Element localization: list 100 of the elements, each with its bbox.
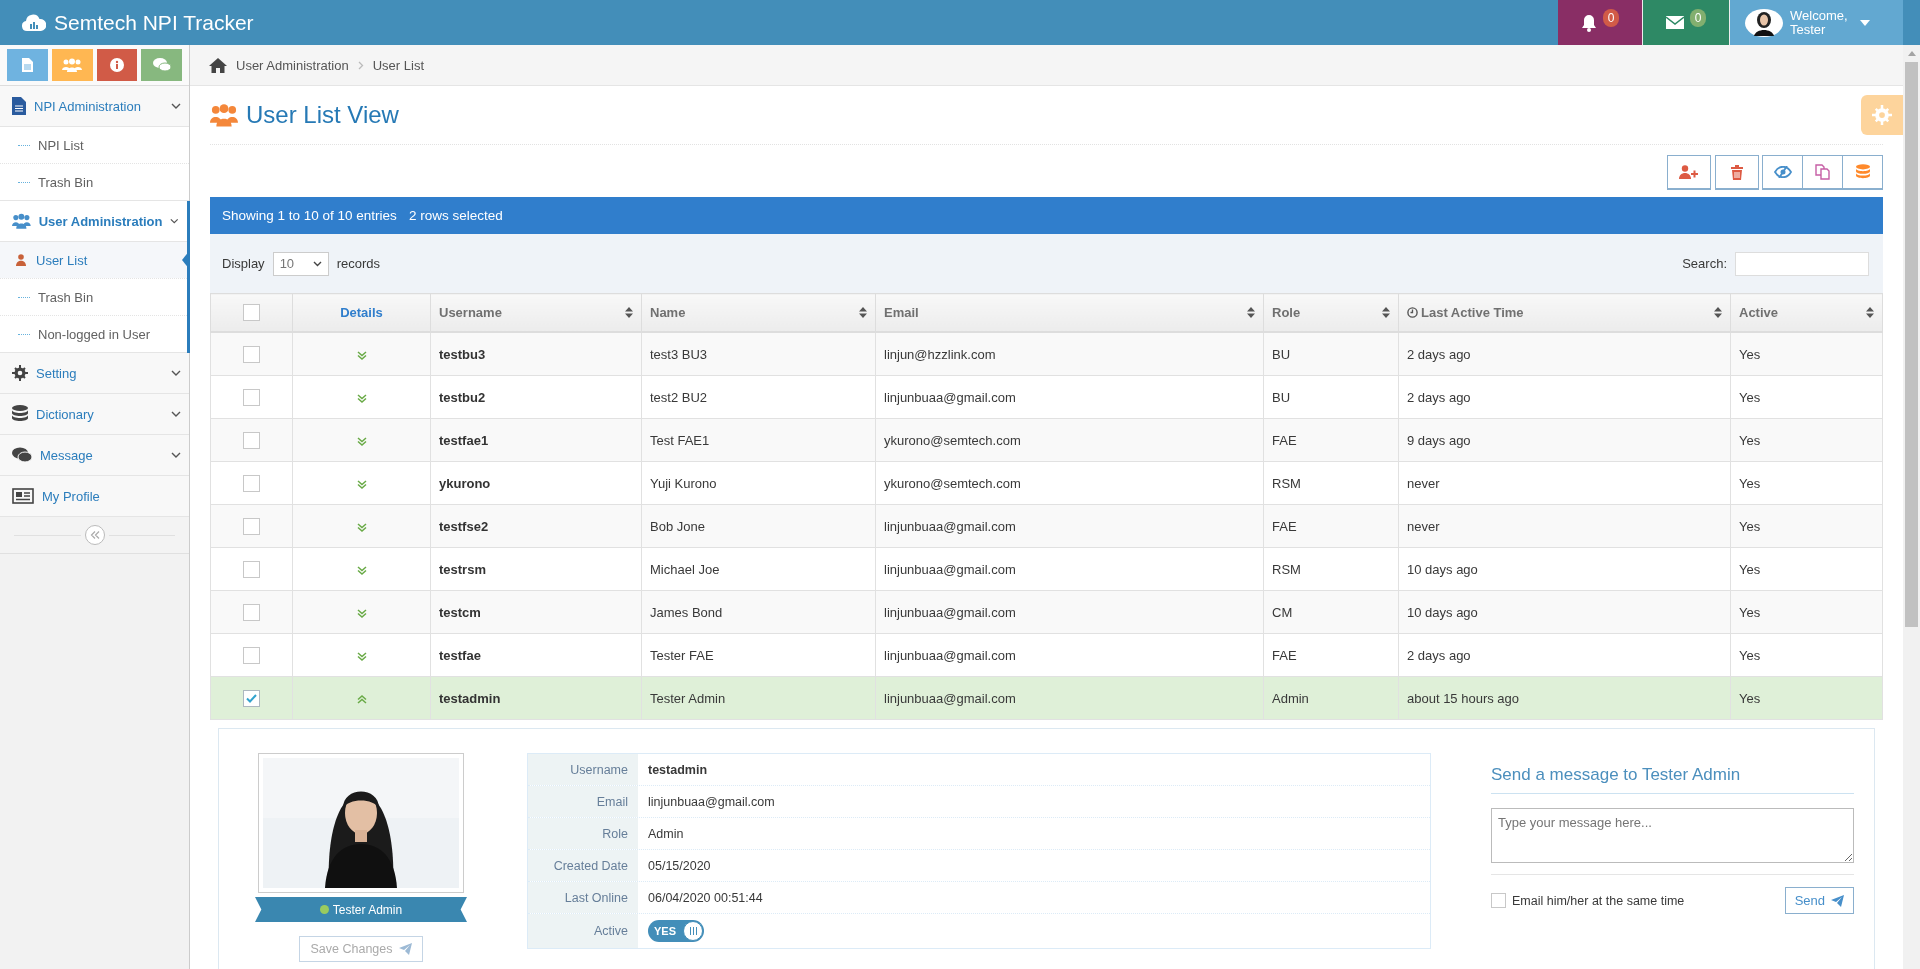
table-cell: testfae — [430, 633, 642, 677]
field-value: 06/04/2020 00:51:44 — [647, 889, 763, 907]
submenu-item[interactable]: User List — [0, 242, 187, 278]
table-row[interactable]: ykurono Yuji Kurono ykurono@semtech.com RSM never Yes — [210, 461, 1883, 505]
table-cell: never — [1398, 504, 1731, 548]
menu-item[interactable]: Dictionary — [0, 394, 189, 435]
table-row[interactable]: testrsm Michael Joe linjunbuaa@gmail.com RSM 10 days ago Yes — [210, 547, 1883, 591]
trash-icon — [1731, 164, 1743, 180]
expand-chevron-icon[interactable] — [356, 393, 367, 403]
database-button[interactable] — [1842, 155, 1883, 190]
users-shortcut[interactable] — [51, 49, 93, 81]
info-shortcut[interactable] — [96, 49, 138, 81]
row-checkbox[interactable] — [243, 560, 260, 578]
avatar-icon — [1744, 7, 1784, 38]
add-user-button[interactable] — [1667, 155, 1711, 190]
toggle-visibility-button[interactable] — [1762, 155, 1803, 190]
table-cell: testcm — [430, 590, 642, 634]
messages-button[interactable]: 0 — [1642, 0, 1729, 45]
scrollbar[interactable] — [1903, 45, 1920, 969]
table-cell: Yes — [1730, 547, 1883, 591]
table-row[interactable]: testbu3 test3 BU3 linjun@hzzlink.com BU 2 days ago Yes — [210, 332, 1883, 376]
expand-chevron-icon[interactable] — [356, 608, 367, 618]
expand-chevron-icon[interactable] — [356, 350, 367, 360]
table-cell: RSM — [1263, 461, 1399, 505]
expand-chevron-icon[interactable] — [356, 479, 367, 489]
breadcrumb-link[interactable]: User Administration — [236, 57, 349, 73]
table-cell: linjunbuaa@gmail.com — [875, 676, 1264, 720]
expand-chevron-icon[interactable] — [356, 436, 367, 446]
user-menu[interactable]: Welcome, Tester — [1729, 0, 1903, 45]
table-row[interactable]: testbu2 test2 BU2 linjunbuaa@gmail.com BU 2 days ago Yes — [210, 375, 1883, 419]
select-all-checkbox[interactable] — [243, 304, 260, 322]
table-cell: ykurono@semtech.com — [875, 418, 1264, 462]
table-row[interactable]: testadmin Tester Admin linjunbuaa@gmail.com Admin about 15 hours ago Yes — [210, 676, 1883, 720]
message-field[interactable]: Type your message here... — [1491, 808, 1854, 863]
search-field[interactable] — [1735, 251, 1869, 276]
display-label: Display — [222, 256, 265, 271]
check-icon — [246, 693, 257, 703]
submenu-item[interactable]: Trash Bin — [0, 278, 187, 315]
column-header[interactable]: Role — [1263, 293, 1399, 332]
page-size-select[interactable]: 10 — [272, 251, 329, 276]
document-shortcut[interactable] — [7, 49, 48, 81]
message-count: 0 — [1689, 8, 1707, 27]
table-cell: ykurono — [430, 461, 642, 505]
document-icon — [12, 97, 26, 115]
table-row[interactable]: testfae1 Test FAE1 ykurono@semtech.com FAE 9 days ago Yes — [210, 418, 1883, 462]
chevron-icon — [171, 103, 181, 109]
submenu-item[interactable]: NPI List — [0, 127, 189, 163]
eye-slash-icon — [1773, 166, 1792, 178]
table-cell: Yes — [1730, 590, 1883, 634]
row-checkbox[interactable] — [243, 474, 260, 492]
table-cell: RSM — [1263, 547, 1399, 591]
table-cell: Yes — [1730, 676, 1883, 720]
table-row[interactable]: testcm James Bond linjunbuaa@gmail.com CM 10 days ago Yes — [210, 590, 1883, 634]
submenu-item[interactable]: Non-logged in User — [0, 315, 187, 352]
active-toggle[interactable]: YES — [648, 920, 704, 942]
table-row[interactable]: testfae Tester FAE linjunbuaa@gmail.com FAE 2 days ago Yes — [210, 633, 1883, 677]
table-cell: testrsm — [430, 547, 642, 591]
menu-item[interactable]: NPI Administration — [0, 86, 189, 127]
field-label: Created Date — [528, 850, 638, 881]
expand-chevron-icon[interactable] — [356, 522, 367, 532]
table-row[interactable]: testfse2 Bob Jone linjunbuaa@gmail.com FAE never Yes — [210, 504, 1883, 548]
expand-chevron-icon[interactable] — [356, 565, 367, 575]
users-icon — [62, 58, 83, 72]
copy-button[interactable] — [1802, 155, 1843, 190]
column-header[interactable]: Active — [1730, 293, 1883, 332]
details-header: Details — [292, 293, 431, 332]
double-chevron-left-icon — [89, 531, 100, 539]
row-checkbox[interactable] — [243, 345, 260, 363]
email-option-checkbox[interactable]: Email him/her at the same time — [1491, 893, 1685, 908]
send-button[interactable]: Send — [1784, 887, 1854, 914]
delete-button[interactable] — [1715, 155, 1759, 190]
row-checkbox[interactable] — [243, 388, 260, 406]
collapse-sidebar-button[interactable] — [84, 525, 105, 545]
column-header[interactable]: Username — [430, 293, 642, 332]
collapse-chevron-icon[interactable] — [356, 694, 367, 704]
column-header[interactable]: Email — [875, 293, 1264, 332]
column-header[interactable]: Last Active Time — [1398, 293, 1731, 332]
menu-item[interactable]: Setting — [0, 353, 189, 394]
chat-shortcut[interactable] — [141, 49, 182, 81]
expand-chevron-icon[interactable] — [356, 651, 367, 661]
row-checkbox[interactable] — [243, 431, 260, 449]
menu-item[interactable]: User Administration — [0, 201, 187, 242]
row-checkbox[interactable] — [243, 517, 260, 535]
sort-icon — [859, 307, 867, 318]
table-cell: testfae1 — [430, 418, 642, 462]
gear-icon — [12, 365, 28, 381]
table-cell: test3 BU3 — [641, 332, 876, 376]
settings-button[interactable] — [1861, 95, 1903, 135]
table-cell: testbu2 — [430, 375, 642, 419]
table-cell: BU — [1263, 332, 1399, 376]
column-header[interactable]: Name — [641, 293, 876, 332]
menu-item[interactable]: My Profile — [0, 476, 189, 517]
notifications-button[interactable]: 0 — [1558, 0, 1642, 45]
row-checkbox[interactable] — [243, 603, 260, 621]
submenu-item[interactable]: Trash Bin — [0, 163, 189, 200]
row-checkbox[interactable] — [243, 689, 260, 707]
menu-item[interactable]: Message — [0, 435, 189, 476]
row-checkbox[interactable] — [243, 646, 260, 664]
chevron-icon — [171, 370, 181, 376]
field-value: 05/15/2020 — [647, 857, 711, 875]
